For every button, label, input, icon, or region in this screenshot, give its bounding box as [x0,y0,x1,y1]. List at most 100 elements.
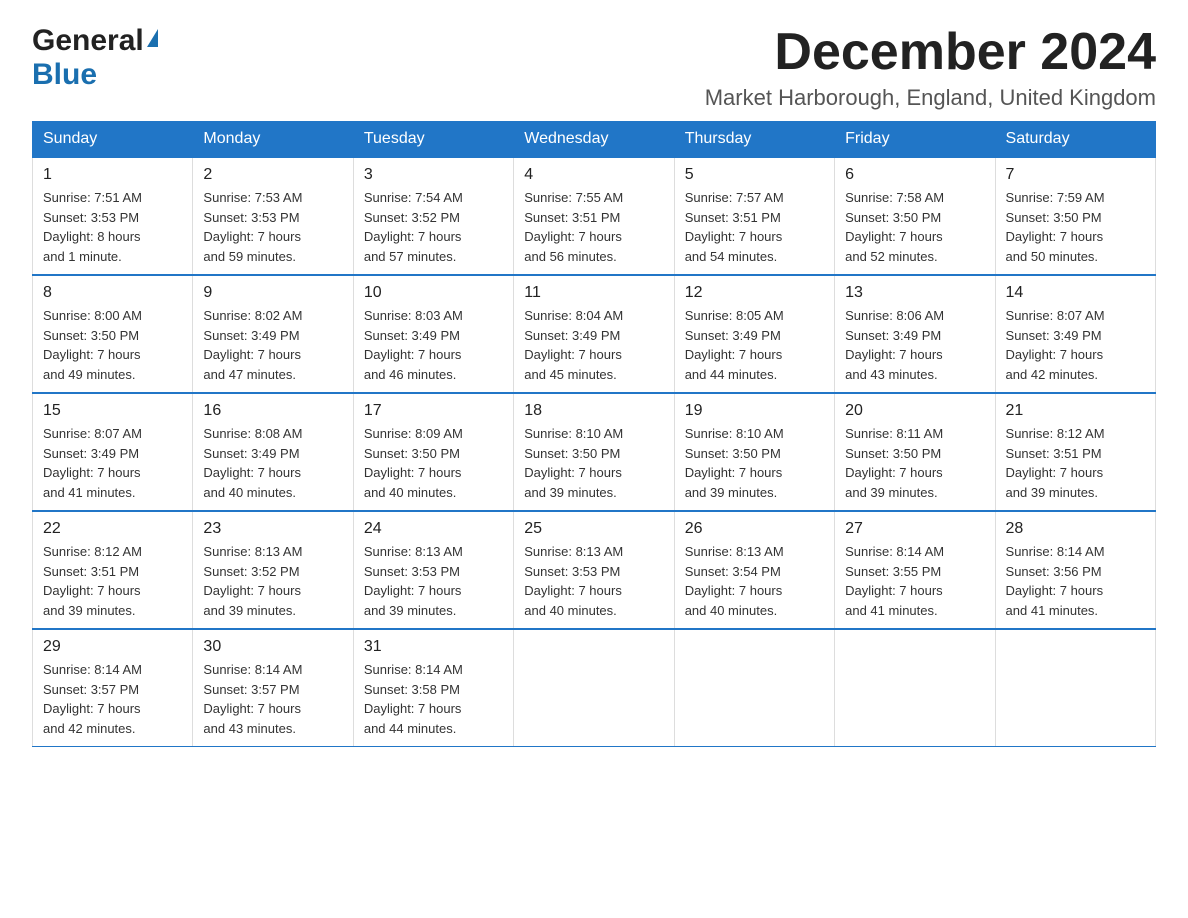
day-number: 11 [524,284,663,302]
calendar-day-cell: 7 Sunrise: 7:59 AMSunset: 3:50 PMDayligh… [995,157,1155,275]
calendar-day-cell: 12 Sunrise: 8:05 AMSunset: 3:49 PMDaylig… [674,275,834,393]
day-number: 24 [364,520,503,538]
calendar-day-cell: 26 Sunrise: 8:13 AMSunset: 3:54 PMDaylig… [674,511,834,629]
calendar-day-cell: 3 Sunrise: 7:54 AMSunset: 3:52 PMDayligh… [353,157,513,275]
calendar-day-cell: 24 Sunrise: 8:13 AMSunset: 3:53 PMDaylig… [353,511,513,629]
day-info: Sunrise: 7:54 AMSunset: 3:52 PMDaylight:… [364,188,503,266]
day-info: Sunrise: 8:14 AMSunset: 3:55 PMDaylight:… [845,542,984,620]
calendar-day-cell: 6 Sunrise: 7:58 AMSunset: 3:50 PMDayligh… [835,157,995,275]
day-number: 25 [524,520,663,538]
day-info: Sunrise: 7:59 AMSunset: 3:50 PMDaylight:… [1006,188,1145,266]
day-number: 1 [43,166,182,184]
day-info: Sunrise: 7:51 AMSunset: 3:53 PMDaylight:… [43,188,182,266]
calendar-day-cell: 16 Sunrise: 8:08 AMSunset: 3:49 PMDaylig… [193,393,353,511]
calendar-day-cell: 17 Sunrise: 8:09 AMSunset: 3:50 PMDaylig… [353,393,513,511]
logo-blue-text: Blue [32,58,97,91]
day-number: 22 [43,520,182,538]
day-info: Sunrise: 8:05 AMSunset: 3:49 PMDaylight:… [685,306,824,384]
day-number: 26 [685,520,824,538]
day-info: Sunrise: 8:13 AMSunset: 3:53 PMDaylight:… [524,542,663,620]
day-number: 8 [43,284,182,302]
day-number: 31 [364,638,503,656]
calendar-day-cell: 31 Sunrise: 8:14 AMSunset: 3:58 PMDaylig… [353,629,513,747]
day-info: Sunrise: 8:14 AMSunset: 3:57 PMDaylight:… [43,660,182,738]
day-number: 2 [203,166,342,184]
calendar-day-cell: 22 Sunrise: 8:12 AMSunset: 3:51 PMDaylig… [33,511,193,629]
logo-general-text: General [32,24,144,58]
logo: General Blue [32,24,158,92]
calendar-week-row: 1 Sunrise: 7:51 AMSunset: 3:53 PMDayligh… [33,157,1156,275]
day-number: 19 [685,402,824,420]
logo-arrow-icon [147,29,158,47]
calendar-empty-cell [674,629,834,747]
day-number: 7 [1006,166,1145,184]
day-number: 20 [845,402,984,420]
day-number: 4 [524,166,663,184]
day-number: 5 [685,166,824,184]
weekday-header-wednesday: Wednesday [514,122,674,158]
day-number: 14 [1006,284,1145,302]
page-header: General Blue December 2024 Market Harbor… [32,24,1156,111]
day-info: Sunrise: 8:10 AMSunset: 3:50 PMDaylight:… [524,424,663,502]
day-info: Sunrise: 8:13 AMSunset: 3:54 PMDaylight:… [685,542,824,620]
calendar-day-cell: 5 Sunrise: 7:57 AMSunset: 3:51 PMDayligh… [674,157,834,275]
day-info: Sunrise: 8:09 AMSunset: 3:50 PMDaylight:… [364,424,503,502]
calendar-day-cell: 8 Sunrise: 8:00 AMSunset: 3:50 PMDayligh… [33,275,193,393]
day-number: 13 [845,284,984,302]
day-number: 18 [524,402,663,420]
day-number: 29 [43,638,182,656]
day-info: Sunrise: 8:14 AMSunset: 3:56 PMDaylight:… [1006,542,1145,620]
calendar-day-cell: 20 Sunrise: 8:11 AMSunset: 3:50 PMDaylig… [835,393,995,511]
calendar-empty-cell [995,629,1155,747]
day-number: 3 [364,166,503,184]
day-number: 21 [1006,402,1145,420]
day-number: 23 [203,520,342,538]
calendar-day-cell: 21 Sunrise: 8:12 AMSunset: 3:51 PMDaylig… [995,393,1155,511]
day-info: Sunrise: 8:00 AMSunset: 3:50 PMDaylight:… [43,306,182,384]
day-info: Sunrise: 7:53 AMSunset: 3:53 PMDaylight:… [203,188,342,266]
calendar-day-cell: 18 Sunrise: 8:10 AMSunset: 3:50 PMDaylig… [514,393,674,511]
weekday-header-thursday: Thursday [674,122,834,158]
calendar-day-cell: 29 Sunrise: 8:14 AMSunset: 3:57 PMDaylig… [33,629,193,747]
day-info: Sunrise: 8:07 AMSunset: 3:49 PMDaylight:… [43,424,182,502]
day-number: 27 [845,520,984,538]
calendar-day-cell: 23 Sunrise: 8:13 AMSunset: 3:52 PMDaylig… [193,511,353,629]
calendar-day-cell: 4 Sunrise: 7:55 AMSunset: 3:51 PMDayligh… [514,157,674,275]
day-info: Sunrise: 8:13 AMSunset: 3:52 PMDaylight:… [203,542,342,620]
calendar-day-cell: 10 Sunrise: 8:03 AMSunset: 3:49 PMDaylig… [353,275,513,393]
day-info: Sunrise: 8:13 AMSunset: 3:53 PMDaylight:… [364,542,503,620]
day-info: Sunrise: 8:10 AMSunset: 3:50 PMDaylight:… [685,424,824,502]
day-number: 9 [203,284,342,302]
day-info: Sunrise: 8:04 AMSunset: 3:49 PMDaylight:… [524,306,663,384]
calendar-day-cell: 9 Sunrise: 8:02 AMSunset: 3:49 PMDayligh… [193,275,353,393]
day-info: Sunrise: 8:03 AMSunset: 3:49 PMDaylight:… [364,306,503,384]
day-info: Sunrise: 7:57 AMSunset: 3:51 PMDaylight:… [685,188,824,266]
day-number: 6 [845,166,984,184]
calendar-day-cell: 1 Sunrise: 7:51 AMSunset: 3:53 PMDayligh… [33,157,193,275]
day-number: 28 [1006,520,1145,538]
day-number: 10 [364,284,503,302]
day-info: Sunrise: 7:58 AMSunset: 3:50 PMDaylight:… [845,188,984,266]
day-info: Sunrise: 8:02 AMSunset: 3:49 PMDaylight:… [203,306,342,384]
day-number: 30 [203,638,342,656]
weekday-header-sunday: Sunday [33,122,193,158]
calendar-day-cell: 19 Sunrise: 8:10 AMSunset: 3:50 PMDaylig… [674,393,834,511]
month-title: December 2024 [705,24,1156,81]
day-info: Sunrise: 8:06 AMSunset: 3:49 PMDaylight:… [845,306,984,384]
day-info: Sunrise: 8:14 AMSunset: 3:57 PMDaylight:… [203,660,342,738]
day-number: 12 [685,284,824,302]
day-number: 16 [203,402,342,420]
day-info: Sunrise: 8:07 AMSunset: 3:49 PMDaylight:… [1006,306,1145,384]
calendar-day-cell: 27 Sunrise: 8:14 AMSunset: 3:55 PMDaylig… [835,511,995,629]
calendar-empty-cell [835,629,995,747]
day-info: Sunrise: 8:11 AMSunset: 3:50 PMDaylight:… [845,424,984,502]
calendar-day-cell: 14 Sunrise: 8:07 AMSunset: 3:49 PMDaylig… [995,275,1155,393]
calendar-table: SundayMondayTuesdayWednesdayThursdayFrid… [32,121,1156,747]
title-block: December 2024 Market Harborough, England… [705,24,1156,111]
calendar-week-row: 15 Sunrise: 8:07 AMSunset: 3:49 PMDaylig… [33,393,1156,511]
weekday-header-monday: Monday [193,122,353,158]
calendar-day-cell: 30 Sunrise: 8:14 AMSunset: 3:57 PMDaylig… [193,629,353,747]
calendar-day-cell: 11 Sunrise: 8:04 AMSunset: 3:49 PMDaylig… [514,275,674,393]
weekday-header-row: SundayMondayTuesdayWednesdayThursdayFrid… [33,122,1156,158]
weekday-header-saturday: Saturday [995,122,1155,158]
